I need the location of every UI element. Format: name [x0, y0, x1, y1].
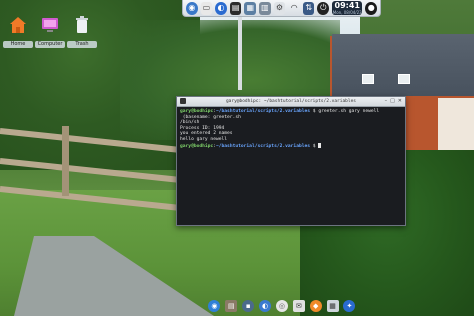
- clock-widget[interactable]: 09:41 Mon, 08/04/23: [332, 0, 363, 15]
- power-icon[interactable]: ⏻: [317, 1, 330, 15]
- maximize-icon[interactable]: □: [390, 98, 395, 105]
- terminal-line: gary@bodhipc:~/bashtutorial/scripts/2.va…: [180, 142, 402, 150]
- terminal-output[interactable]: gary@bodhipc:~/bashtutorial/scripts/2.va…: [177, 107, 405, 223]
- desktop-icon-label: Home: [3, 41, 33, 48]
- prompt-user: gary@bodhipc: [180, 109, 214, 114]
- files-icon[interactable]: ▭: [200, 1, 213, 15]
- computer-icon: [42, 18, 58, 32]
- app-menu-icon[interactable]: ◉: [186, 1, 198, 15]
- home-icon: [10, 17, 26, 33]
- terminal-window[interactable]: gary@bodhipc: ~/bashtutorial/scripts/2.v…: [176, 96, 406, 226]
- chrome-icon[interactable]: ◉: [208, 300, 221, 312]
- text-cursor: [318, 142, 322, 148]
- wallpaper-window: [398, 74, 410, 84]
- top-dock: ◉ ▭ ◐ ▤ ▦ ▥ ⚙ ◠ ⇅ ⏻ 09:41 Mon, 08/04/23 …: [182, 0, 381, 17]
- image-viewer-icon[interactable]: ▦: [244, 1, 257, 15]
- prompt-user: gary@bodhipc: [180, 143, 214, 149]
- prompt-path: ~/bashtutorial/scripts/2.variables: [215, 143, 311, 149]
- settings-icon[interactable]: ✦: [343, 300, 356, 312]
- desktop-icon-label: Trash: [67, 41, 97, 48]
- trash-icon: [76, 16, 88, 33]
- wallpaper-porch: [438, 98, 474, 158]
- desktop-icon-trash[interactable]: Trash: [66, 16, 98, 48]
- wifi-icon[interactable]: ◠: [288, 2, 300, 15]
- minimize-icon[interactable]: –: [385, 98, 388, 105]
- terminal-icon[interactable]: ▪: [242, 300, 255, 312]
- desktop-icon-computer[interactable]: Computer: [34, 16, 66, 48]
- prompt-command: $ greeter.sh gary newell: [310, 109, 380, 114]
- prompt-path: ~/bashtutorial/scripts/2.variables: [215, 109, 311, 114]
- terminal-line: gary@bodhipc:~/bashtutorial/scripts/2.va…: [180, 109, 380, 114]
- settings-icon[interactable]: ⚙: [273, 1, 286, 15]
- terminal-titlebar[interactable]: gary@bodhipc: ~/bashtutorial/scripts/2.v…: [177, 97, 405, 107]
- bottom-dock: ◉ ▤ ▪ ◐ ◎ ✉ ◆ ▦ ✦: [206, 296, 358, 316]
- network-icon[interactable]: ▦: [326, 300, 339, 312]
- wallpaper-window: [362, 74, 374, 84]
- mail-icon[interactable]: ✉: [292, 300, 305, 312]
- terminal-title: gary@bodhipc: ~/bashtutorial/scripts/2.v…: [225, 99, 357, 104]
- prompt-command: $: [310, 143, 319, 149]
- close-icon[interactable]: ✕: [398, 98, 402, 105]
- clock-time: 09:41: [334, 0, 360, 10]
- avatar-icon[interactable]: ●: [365, 1, 378, 15]
- wallpaper-roof: [332, 34, 474, 96]
- files-icon[interactable]: ▤: [225, 300, 238, 312]
- fence-post: [62, 126, 69, 196]
- photos-icon[interactable]: ▥: [259, 1, 271, 15]
- desktop-icon-home[interactable]: Home: [2, 16, 34, 48]
- paint-icon[interactable]: ◆: [309, 300, 322, 312]
- browser-icon[interactable]: ◐: [215, 1, 227, 15]
- network-icon[interactable]: ⇅: [302, 1, 315, 15]
- terminal-icon[interactable]: ▤: [229, 1, 242, 15]
- desktop-icon-label: Computer: [35, 41, 65, 48]
- browser-icon[interactable]: ◐: [259, 300, 272, 312]
- clock-date: Mon, 08/04/23: [332, 9, 362, 15]
- disc-icon[interactable]: ◎: [275, 300, 288, 312]
